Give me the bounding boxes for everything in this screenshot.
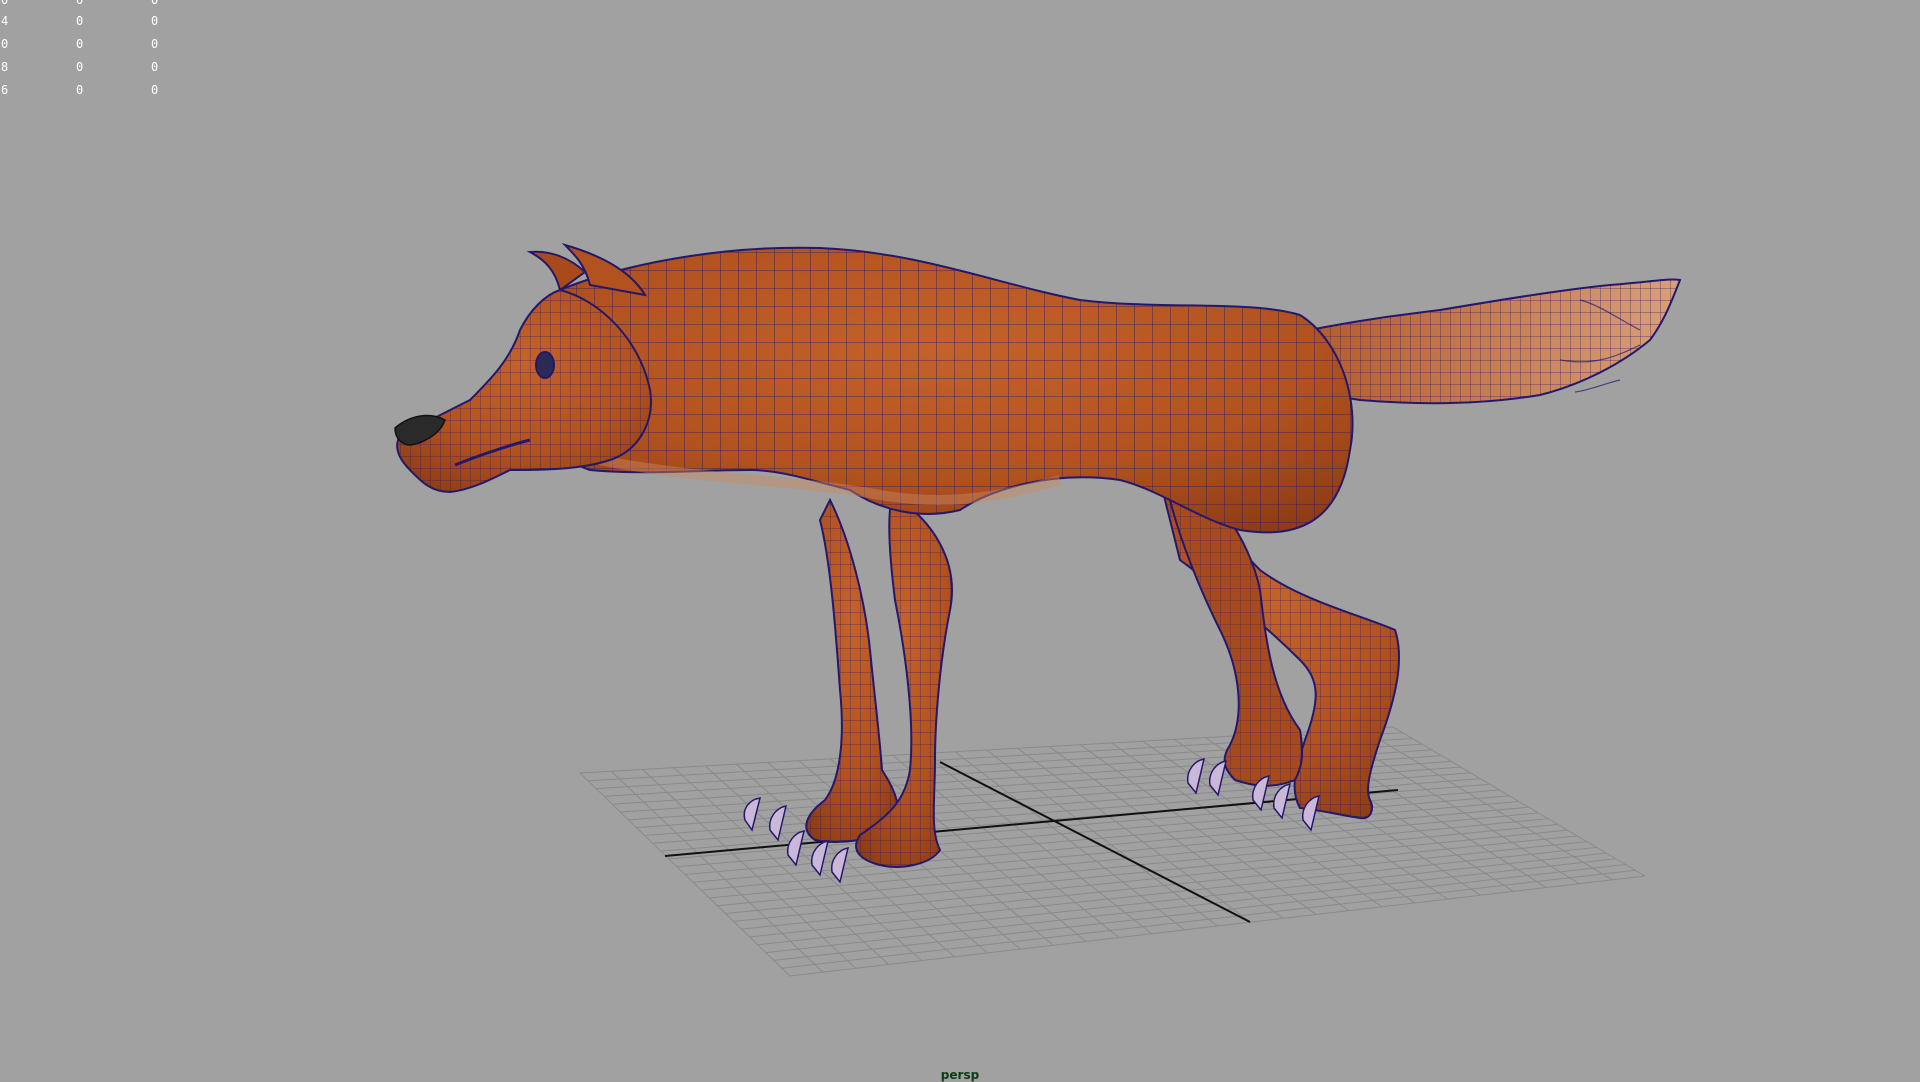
grid-line (725, 829, 1568, 915)
wolf-model[interactable] (394, 242, 1682, 884)
claw (810, 840, 829, 877)
scene-canvas[interactable] (0, 0, 1920, 1080)
claw (768, 805, 787, 842)
ground-grid (579, 726, 1646, 977)
viewport-panel[interactable]: 0 0 0 4 0 0 0 0 0 8 0 0 6 0 0 persp (0, 0, 1920, 1082)
grid-line (1361, 728, 1613, 881)
wolf-head[interactable] (394, 242, 652, 494)
claw (1186, 758, 1205, 795)
grid-line (789, 875, 1646, 977)
wolf-front-legs[interactable] (805, 497, 953, 868)
grid-line (781, 869, 1636, 969)
wolf-tail[interactable] (1298, 278, 1682, 405)
wolf-eye (535, 351, 555, 379)
grid-line (1392, 726, 1646, 877)
